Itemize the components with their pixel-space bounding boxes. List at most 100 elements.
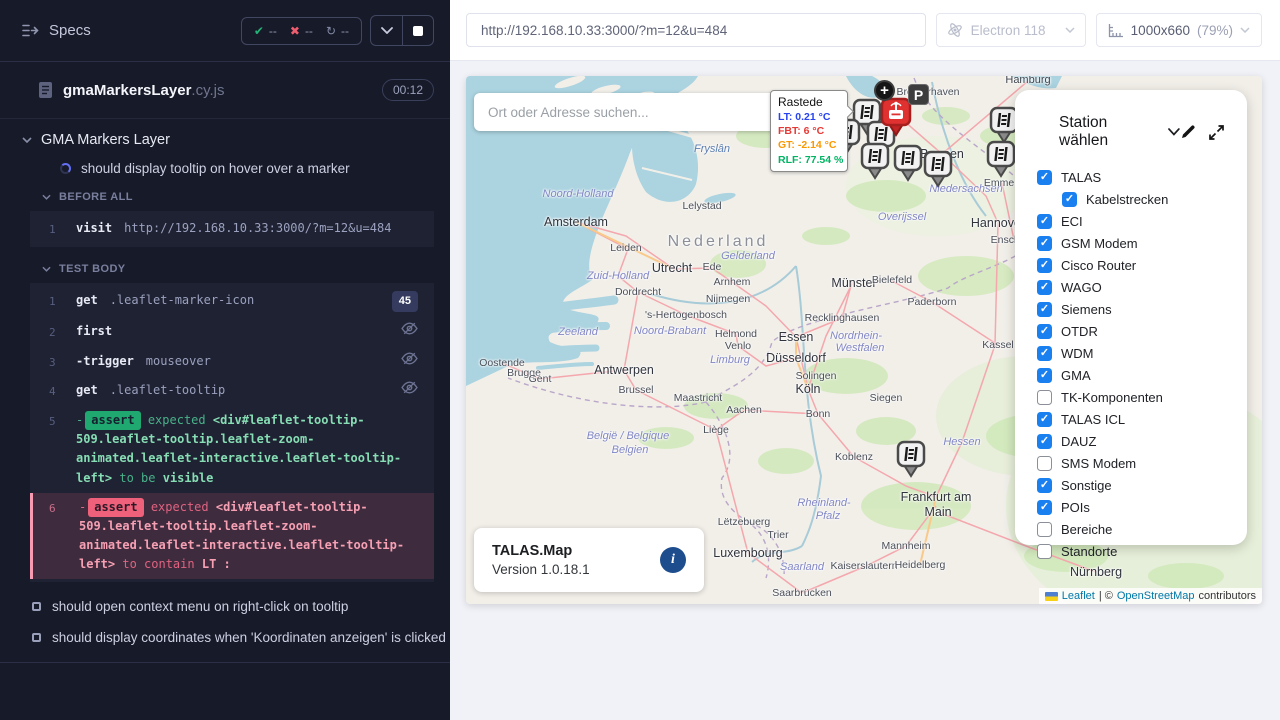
map-label: Recklinghausen xyxy=(805,312,880,324)
leaflet-map[interactable]: HamburgBremerhavenBremenNiedersachsenHan… xyxy=(466,76,1262,604)
browser-selector[interactable]: Electron 118 xyxy=(936,13,1086,47)
checkbox-unchecked-icon[interactable] xyxy=(1037,456,1052,471)
station-filter-bereiche[interactable]: Bereiche xyxy=(1037,522,1225,537)
test-body-commands: 1 get .leaflet-marker-icon 45 2 first 3 xyxy=(30,283,434,583)
stop-button[interactable] xyxy=(402,16,433,45)
fullscreen-button[interactable] xyxy=(1208,124,1225,141)
checkbox-checked-icon[interactable]: ✓ xyxy=(1037,302,1052,317)
checkbox-checked-icon[interactable]: ✓ xyxy=(1037,324,1052,339)
command-row[interactable]: 1 get .leaflet-marker-icon 45 xyxy=(30,286,434,318)
cypress-app: Specs ✔ -- ✖ -- ↻ -- xyxy=(0,0,1280,720)
checkbox-checked-icon[interactable]: ✓ xyxy=(1037,170,1052,185)
checkbox-checked-icon[interactable]: ✓ xyxy=(1037,236,1052,251)
ruler-icon xyxy=(1108,23,1124,38)
assert-prefix: expected xyxy=(148,413,206,427)
assert-passed-row[interactable]: 5 -assert expected <div#leaflet-tooltip-… xyxy=(30,406,434,493)
map-label: Hamburg xyxy=(1005,76,1050,86)
station-filter-kabelstrecken[interactable]: ✓Kabelstrecken xyxy=(1062,192,1225,207)
command-row[interactable]: 2 first xyxy=(30,317,434,347)
checkbox-checked-icon[interactable]: ✓ xyxy=(1037,258,1052,273)
command-row[interactable]: 1 visit http://192.168.10.33:3000/?m=12&… xyxy=(30,214,434,244)
checkbox-checked-icon[interactable]: ✓ xyxy=(1037,412,1052,427)
suite-title: GMA Markers Layer xyxy=(41,132,170,148)
station-filter-gma[interactable]: ✓ GMA xyxy=(1037,368,1225,383)
marker-tooltip[interactable]: Rastede LT: 0.21 °CFBT: 6 °CGT: -2.14 °C… xyxy=(770,90,848,172)
checkbox-checked-icon[interactable]: ✓ xyxy=(1062,192,1077,207)
checkbox-label: ECI xyxy=(1061,214,1083,229)
checkbox-label: Bereiche xyxy=(1061,522,1112,537)
station-filter-wago[interactable]: ✓WAGO xyxy=(1037,280,1225,295)
alarm-marker[interactable] xyxy=(880,97,912,142)
assert-middle: to be xyxy=(119,471,155,485)
map-label: Kassel xyxy=(982,339,1014,351)
map-label: Hessen xyxy=(943,436,980,448)
address-bar[interactable]: http://192.168.10.33:3000/?m=12&u=484 xyxy=(466,13,926,47)
map-label: Gelderland xyxy=(721,250,775,262)
command-row[interactable]: 3 -trigger mouseover xyxy=(30,347,434,377)
stat-pending: ↻ -- xyxy=(326,24,349,38)
checkbox-checked-icon[interactable]: ✓ xyxy=(1037,478,1052,493)
suite-header[interactable]: GMA Markers Layer xyxy=(0,119,450,148)
station-marker[interactable] xyxy=(896,440,926,483)
search-input[interactable] xyxy=(474,105,778,120)
station-filter-siemens[interactable]: ✓Siemens xyxy=(1037,302,1225,317)
station-filter-wdm[interactable]: ✓WDM xyxy=(1037,346,1225,361)
station-marker[interactable] xyxy=(893,144,923,187)
station-marker[interactable] xyxy=(923,150,953,193)
version-card: TALAS.Map Version 1.0.18.1 i xyxy=(474,528,704,592)
assert-badge: assert xyxy=(85,411,140,430)
command-method: first xyxy=(76,322,112,341)
station-filter-sonstige[interactable]: ✓Sonstige xyxy=(1037,478,1225,493)
station-filter-talas[interactable]: ✓TALAS xyxy=(1037,170,1225,185)
checkbox-checked-icon[interactable]: ✓ xyxy=(1037,500,1052,515)
spec-file-row[interactable]: gmaMarkersLayer.cy.js 00:12 xyxy=(0,62,450,119)
browser-name: Electron 118 xyxy=(971,23,1046,38)
command-row[interactable]: 4 get .leaflet-tooltip xyxy=(30,376,434,406)
test-body-section[interactable]: TEST BODY xyxy=(0,248,450,282)
parking-marker[interactable]: P xyxy=(908,84,929,105)
station-filter-sms-modem[interactable]: SMS Modem xyxy=(1037,456,1225,471)
station-select-dropdown[interactable]: Station wählen xyxy=(1059,114,1180,150)
chevron-down-icon xyxy=(42,266,51,272)
checkbox-checked-icon[interactable]: ✓ xyxy=(1037,346,1052,361)
station-filter-talas-icl[interactable]: ✓TALAS ICL xyxy=(1037,412,1225,427)
spec-file-icon xyxy=(38,81,53,99)
info-button[interactable]: i xyxy=(660,547,686,573)
station-marker[interactable] xyxy=(860,142,890,185)
checkbox-unchecked-icon[interactable] xyxy=(1037,522,1052,537)
station-filter-pois[interactable]: ✓POIs xyxy=(1037,500,1225,515)
before-all-section[interactable]: BEFORE ALL xyxy=(0,176,450,210)
collapse-all-button[interactable] xyxy=(371,16,402,45)
osm-link[interactable]: OpenStreetMap xyxy=(1117,590,1195,602)
station-filter-eci[interactable]: ✓ ECI xyxy=(1037,214,1225,229)
checkbox-checked-icon[interactable]: ✓ xyxy=(1037,368,1052,383)
station-filter-dauz[interactable]: ✓DAUZ xyxy=(1037,434,1225,449)
checkbox-checked-icon[interactable]: ✓ xyxy=(1037,280,1052,295)
active-test-row[interactable]: should display tooltip on hover over a m… xyxy=(0,148,450,176)
checkbox-checked-icon[interactable]: ✓ xyxy=(1037,214,1052,229)
panel-title: Station wählen xyxy=(1059,114,1159,150)
station-filter-otdr[interactable]: ✓OTDR xyxy=(1037,324,1225,339)
edit-button[interactable] xyxy=(1180,124,1196,140)
pending-test-row[interactable]: should open context menu on right-click … xyxy=(0,583,450,614)
leaflet-link[interactable]: Leaflet xyxy=(1062,590,1095,602)
station-filter-cisco-router[interactable]: ✓Cisco Router xyxy=(1037,258,1225,273)
station-filter-gsm-modem[interactable]: ✓GSM Modem xyxy=(1037,236,1225,251)
element-count-badge: 45 xyxy=(392,291,418,313)
expand-cluster-marker[interactable]: + xyxy=(874,80,895,101)
chevron-down-icon xyxy=(22,137,32,143)
checkbox-unchecked-icon[interactable] xyxy=(1037,544,1052,559)
station-filter-tk-komponenten[interactable]: TK-Komponenten xyxy=(1037,390,1225,405)
specs-menu-button[interactable]: Specs xyxy=(22,22,91,39)
checkbox-label: GMA xyxy=(1061,368,1091,383)
map-label: Aachen xyxy=(726,404,762,416)
checkbox-checked-icon[interactable]: ✓ xyxy=(1037,434,1052,449)
station-marker[interactable] xyxy=(986,140,1016,183)
viewport-info[interactable]: 1000x660 (79%) xyxy=(1096,13,1262,47)
station-filter-standorte[interactable]: Standorte xyxy=(1037,544,1225,559)
refresh-icon: ↻ xyxy=(326,25,336,37)
checkbox-unchecked-icon[interactable] xyxy=(1037,390,1052,405)
pending-test-row[interactable]: should display coordinates when 'Koordin… xyxy=(0,614,450,645)
map-label: Overijssel xyxy=(878,211,926,223)
assert-failed-row[interactable]: 6 -assert expected <div#leaflet-tooltip-… xyxy=(30,493,434,580)
